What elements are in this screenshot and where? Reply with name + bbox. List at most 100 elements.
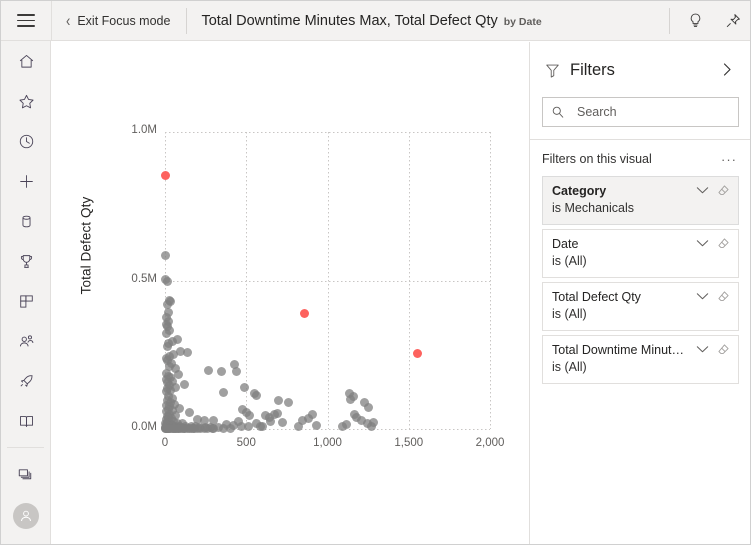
visual-title-text: Total Downtime Minutes Max, Total Defect… xyxy=(201,13,497,29)
pin-visual-button[interactable] xyxy=(714,1,751,40)
insights-button[interactable] xyxy=(676,1,714,40)
exit-focus-mode-label: Exit Focus mode xyxy=(77,14,170,28)
eraser-icon[interactable] xyxy=(717,184,730,197)
more-options-button[interactable]: ··· xyxy=(721,153,737,166)
scatter-point[interactable] xyxy=(163,277,172,286)
scatter-point[interactable] xyxy=(217,367,226,376)
y-axis-tick-label: 0.0M xyxy=(105,421,157,433)
search-icon xyxy=(551,105,565,119)
x-axis-tick-label: 1,000 xyxy=(298,437,358,449)
x-axis-tick-label: 1,500 xyxy=(379,437,439,449)
collapse-filters-button[interactable] xyxy=(718,60,737,81)
sidebar-item-apps[interactable] xyxy=(1,281,51,321)
scatter-point[interactable] xyxy=(183,348,192,357)
sidebar-item-shared-with-me[interactable] xyxy=(1,321,51,361)
sidebar-item-goals[interactable] xyxy=(1,241,51,281)
sidebar-item-learn[interactable] xyxy=(1,401,51,441)
eraser-icon[interactable] xyxy=(717,237,730,250)
scatter-point[interactable] xyxy=(258,422,267,431)
scatter-point[interactable] xyxy=(232,367,241,376)
filter-card[interactable]: Total Defect Qtyis (All) xyxy=(542,282,739,331)
filter-card-value: is Mechanicals xyxy=(552,201,730,216)
scatter-point[interactable] xyxy=(273,409,282,418)
filter-card-value: is (All) xyxy=(552,360,730,375)
hamburger-icon xyxy=(17,10,35,31)
x-axis-tick-label: 0 xyxy=(135,437,195,449)
scatter-point[interactable] xyxy=(234,417,243,426)
search-input[interactable] xyxy=(575,104,730,120)
visual-title: Total Downtime Minutes Max, Total Defect… xyxy=(187,13,669,29)
filter-card-value: is (All) xyxy=(552,254,730,269)
filter-card-name: Total Defect Qty xyxy=(552,290,690,305)
scatter-point[interactable] xyxy=(161,251,170,260)
star-icon xyxy=(17,92,36,111)
scatter-point[interactable] xyxy=(369,418,378,427)
scatter-point[interactable] xyxy=(219,388,228,397)
gridline-vertical xyxy=(490,132,491,429)
x-axis-tick-label: 500 xyxy=(216,437,276,449)
chevron-left-icon: ‹ xyxy=(66,12,70,28)
sidebar-item-workspaces[interactable] xyxy=(1,454,51,494)
home-icon xyxy=(17,52,36,71)
scatter-point[interactable] xyxy=(346,395,355,404)
filters-title: Filters xyxy=(570,61,615,80)
scatter-point[interactable] xyxy=(226,424,235,433)
sidebar-item-favorites[interactable] xyxy=(1,81,51,121)
filter-card[interactable]: Date is (All) xyxy=(542,229,739,278)
sidebar-item-home[interactable] xyxy=(1,41,51,81)
chevron-down-icon[interactable] xyxy=(696,292,709,301)
hamburger-menu-button[interactable] xyxy=(1,1,51,40)
scatter-point[interactable] xyxy=(284,398,293,407)
y-axis-title: Total Defect Qty xyxy=(79,166,94,326)
scatter-point-highlighted[interactable] xyxy=(300,309,309,318)
scatter-point-highlighted[interactable] xyxy=(413,349,422,358)
top-right-divider xyxy=(669,8,670,34)
scatter-point[interactable] xyxy=(278,418,287,427)
pin-icon xyxy=(724,12,742,30)
scatter-chart[interactable]: Total Defect Qty 0.0M0.5M1.0M 05001,0001… xyxy=(52,42,529,545)
visual-title-suffix: by Date xyxy=(504,16,542,28)
scatter-point[interactable] xyxy=(308,410,317,419)
scatter-point[interactable] xyxy=(180,380,189,389)
gridline-horizontal xyxy=(165,281,490,282)
filters-search-box[interactable] xyxy=(542,97,739,127)
apps-icon xyxy=(17,292,36,311)
visual-canvas: Total Defect Qty 0.0M0.5M1.0M 05001,0001… xyxy=(52,42,529,545)
scatter-point[interactable] xyxy=(342,420,351,429)
chevron-right-icon xyxy=(722,62,733,77)
eraser-icon[interactable] xyxy=(717,290,730,303)
scatter-point[interactable] xyxy=(185,408,194,417)
exit-focus-mode-button[interactable]: ‹ Exit Focus mode xyxy=(52,1,186,40)
sidebar-item-create[interactable] xyxy=(1,161,51,201)
dataset-icon xyxy=(17,212,36,231)
sidebar-item-datasets[interactable] xyxy=(1,201,51,241)
scatter-point[interactable] xyxy=(252,391,261,400)
sidebar-item-recent[interactable] xyxy=(1,121,51,161)
account-button[interactable] xyxy=(1,494,51,538)
scatter-point-highlighted[interactable] xyxy=(161,171,170,180)
eraser-icon[interactable] xyxy=(717,343,730,356)
chevron-down-icon[interactable] xyxy=(696,345,709,354)
scatter-point[interactable] xyxy=(274,396,283,405)
top-navigation-bar: ‹ Exit Focus mode Total Downtime Minutes… xyxy=(1,1,751,41)
filters-on-this-visual-header: Filters on this visual ··· xyxy=(530,140,751,172)
sidebar-item-deployment-pipelines[interactable] xyxy=(1,361,51,401)
filter-card[interactable]: Total Downtime Minut… is (All) xyxy=(542,335,739,384)
clock-icon xyxy=(17,132,36,151)
filters-pane-header: Filters xyxy=(530,42,751,95)
filter-card-name: Total Downtime Minut… xyxy=(552,343,690,358)
y-axis-tick-label: 0.5M xyxy=(105,273,157,285)
plus-icon xyxy=(17,172,36,191)
gridline-horizontal xyxy=(165,132,490,133)
plot-area[interactable] xyxy=(165,132,490,429)
filter-card-name: Date xyxy=(552,237,690,252)
scatter-point[interactable] xyxy=(364,403,373,412)
scatter-point[interactable] xyxy=(208,424,217,433)
scatter-point[interactable] xyxy=(240,383,249,392)
scatter-point[interactable] xyxy=(204,366,213,375)
chevron-down-icon[interactable] xyxy=(696,239,709,248)
filter-card-name: Category xyxy=(552,184,690,199)
scatter-point[interactable] xyxy=(245,411,254,420)
filter-card[interactable]: Category is Mechanicals xyxy=(542,176,739,225)
chevron-down-icon[interactable] xyxy=(696,186,709,195)
